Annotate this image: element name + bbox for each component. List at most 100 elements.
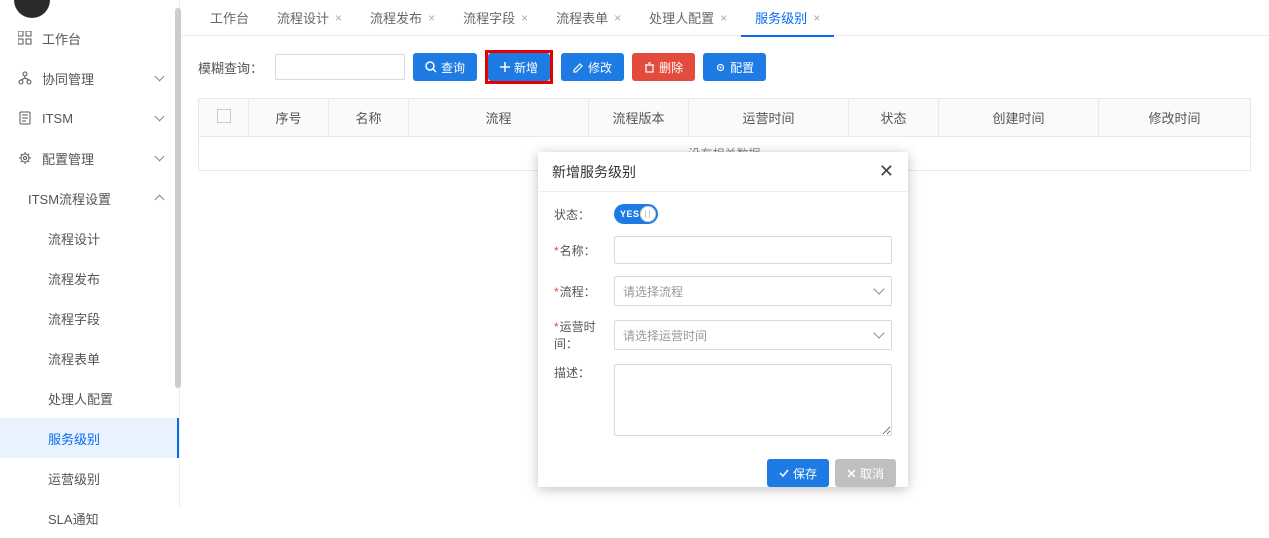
sidebar-item-label: 流程设计	[48, 229, 100, 248]
close-icon[interactable]: ✕	[879, 161, 894, 182]
toggle-knob	[640, 206, 656, 222]
sidebar-item-label: ITSM	[42, 111, 73, 126]
sidebar-item-cooperation[interactable]: 协同管理	[0, 58, 179, 98]
flow-select[interactable]: 请选择流程	[614, 276, 892, 306]
tab-label: 流程设计	[277, 8, 329, 27]
sidebar-item-label: 服务级别	[48, 429, 100, 448]
sidebar-item-sla-notify[interactable]: SLA通知	[0, 498, 179, 538]
sidebar-item-label: 工作台	[42, 29, 81, 48]
sidebar: 工作台 协同管理 ITSM 配置管理 ITSM流程设置 流程设计 流程发布 流程…	[0, 0, 180, 508]
status-toggle[interactable]: YES	[614, 204, 658, 224]
sidebar-item-label: 流程表单	[48, 349, 100, 368]
optime-label: *运营时间：	[554, 318, 614, 352]
status-label: 状态：	[554, 206, 614, 223]
sidebar-item-label: 处理人配置	[48, 389, 113, 408]
label-text: 名称：	[560, 244, 596, 258]
sidebar-item-label: 运营级别	[48, 469, 100, 488]
config-button[interactable]: 配置	[703, 53, 766, 81]
sidebar-item-workbench[interactable]: 工作台	[0, 18, 179, 58]
tab-service-level[interactable]: 服务级别 ×	[741, 0, 834, 36]
sidebar-item-label: 配置管理	[42, 149, 94, 168]
grid-icon	[16, 31, 34, 45]
search-label: 模糊查询：	[198, 58, 263, 77]
document-icon	[16, 111, 34, 125]
check-icon	[779, 468, 789, 478]
label-text: 流程：	[560, 285, 596, 299]
gear-icon	[16, 151, 34, 165]
tab-bar: 工作台 流程设计 × 流程发布 × 流程字段 × 流程表单× 处理人配置 × 服务级别 ×	[180, 0, 1269, 36]
tab-label: 处理人配置	[649, 8, 714, 27]
add-button[interactable]: 新增	[488, 53, 550, 81]
tab-label: 服务级别	[755, 8, 807, 27]
col-checkbox	[199, 99, 249, 137]
cancel-button[interactable]: 取消	[835, 459, 896, 487]
name-input[interactable]	[614, 236, 892, 264]
tab-handler-config[interactable]: 处理人配置 ×	[635, 0, 741, 36]
sidebar-scrollbar[interactable]	[175, 8, 181, 388]
gear-icon	[715, 62, 726, 73]
pencil-icon	[573, 62, 584, 73]
button-label: 查询	[441, 59, 465, 76]
button-label: 保存	[793, 465, 817, 482]
button-label: 修改	[588, 59, 612, 76]
close-icon[interactable]: ×	[521, 11, 528, 25]
desc-textarea[interactable]	[614, 364, 892, 436]
select-placeholder: 请选择运营时间	[623, 327, 707, 344]
search-input[interactable]	[275, 54, 405, 80]
sidebar-item-config[interactable]: 配置管理	[0, 138, 179, 178]
sidebar-item-operation-level[interactable]: 运营级别	[0, 458, 179, 498]
search-icon	[425, 61, 437, 73]
add-service-level-modal: 新增服务级别 ✕ 状态： YES *名称： *流程： 请选择流程	[538, 152, 908, 487]
sidebar-item-flow-form[interactable]: 流程表单	[0, 338, 179, 378]
sidebar-item-flow-publish[interactable]: 流程发布	[0, 258, 179, 298]
toggle-text: YES	[620, 209, 640, 219]
col-flow-version: 流程版本	[589, 99, 689, 137]
toolbar: 模糊查询： 查询 新增 修改 删除 配置	[180, 36, 1269, 98]
sidebar-item-label: 流程字段	[48, 309, 100, 328]
tab-label: 流程发布	[370, 8, 422, 27]
delete-button[interactable]: 删除	[632, 53, 695, 81]
col-name: 名称	[329, 99, 409, 137]
button-label: 取消	[860, 465, 884, 482]
sidebar-item-handler-config[interactable]: 处理人配置	[0, 378, 179, 418]
sidebar-item-flow-design[interactable]: 流程设计	[0, 218, 179, 258]
x-icon	[847, 469, 856, 478]
tab-workbench[interactable]: 工作台	[196, 0, 263, 36]
col-status: 状态	[849, 99, 939, 137]
tab-flow-publish[interactable]: 流程发布 ×	[356, 0, 449, 36]
sidebar-item-itsm[interactable]: ITSM	[0, 98, 179, 138]
col-create-time: 创建时间	[939, 99, 1099, 137]
tab-flow-design[interactable]: 流程设计 ×	[263, 0, 356, 36]
close-icon[interactable]: ×	[614, 11, 621, 25]
tab-flow-form[interactable]: 流程表单×	[542, 0, 635, 36]
close-icon[interactable]: ×	[720, 11, 727, 25]
sidebar-item-itsm-flow-settings[interactable]: ITSM流程设置	[0, 178, 179, 218]
save-button[interactable]: 保存	[767, 459, 829, 487]
name-label: *名称：	[554, 242, 614, 259]
label-text: 运营时间：	[554, 320, 596, 351]
sidebar-item-flow-field[interactable]: 流程字段	[0, 298, 179, 338]
query-button[interactable]: 查询	[413, 53, 477, 81]
close-icon[interactable]: ×	[813, 11, 820, 25]
close-icon[interactable]: ×	[428, 11, 435, 25]
highlight-box: 新增	[485, 50, 553, 84]
button-label: 新增	[514, 59, 538, 76]
modal-header: 新增服务级别 ✕	[538, 152, 908, 192]
sidebar-item-label: ITSM流程设置	[28, 189, 111, 208]
modal-footer: 保存 取消	[538, 451, 908, 487]
tab-label: 流程字段	[463, 8, 515, 27]
close-icon[interactable]: ×	[335, 11, 342, 25]
flow-label: *流程：	[554, 283, 614, 300]
optime-select[interactable]: 请选择运营时间	[614, 320, 892, 350]
chevron-down-icon	[873, 283, 884, 294]
tab-flow-field[interactable]: 流程字段 ×	[449, 0, 542, 36]
modal-body: 状态： YES *名称： *流程： 请选择流程 *运营时间：	[538, 192, 908, 439]
edit-button[interactable]: 修改	[561, 53, 624, 81]
button-label: 配置	[730, 59, 754, 76]
tab-label: 工作台	[210, 8, 249, 27]
sidebar-item-service-level[interactable]: 服务级别	[0, 418, 179, 458]
select-all-checkbox[interactable]	[217, 109, 231, 123]
sidebar-item-label: SLA通知	[48, 509, 99, 528]
col-optime: 运营时间	[689, 99, 849, 137]
plus-icon	[500, 62, 510, 72]
